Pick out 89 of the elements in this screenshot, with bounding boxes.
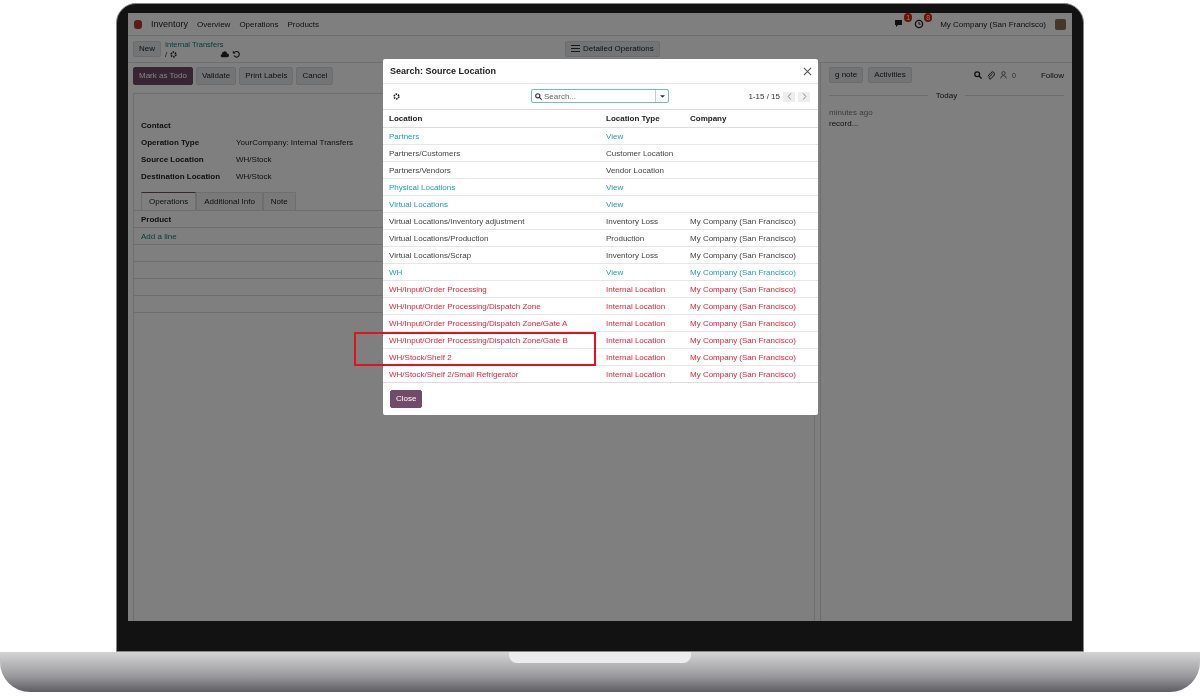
location-cell[interactable]: Partners/Customers <box>389 148 461 158</box>
follow-button[interactable]: Follow <box>1040 70 1064 80</box>
date-separator: Today <box>935 91 958 101</box>
company-cell[interactable]: My Company (San Francisco) <box>690 267 796 277</box>
avatar-placeholder[interactable] <box>1055 18 1066 30</box>
clock-icon[interactable] <box>914 19 926 29</box>
location-type-cell[interactable]: View <box>606 267 624 277</box>
close-button[interactable]: Close <box>390 390 423 409</box>
location-cell[interactable]: Virtual Locations/Scrap <box>389 250 472 260</box>
column-header[interactable]: Location <box>383 109 600 128</box>
company-cell[interactable]: My Company (San Francisco) <box>690 233 796 243</box>
app-name[interactable]: Inventory <box>151 19 189 29</box>
location-type-cell[interactable]: View <box>606 131 624 141</box>
location-type-cell[interactable]: Customer Location <box>606 148 674 158</box>
menu-item[interactable]: Products <box>287 19 320 29</box>
location-cell[interactable]: Physical Locations <box>389 182 456 192</box>
action-button[interactable]: Validate <box>195 67 237 86</box>
field-value[interactable]: WH/Stock <box>236 155 272 165</box>
breadcrumb-separator: / <box>165 49 168 59</box>
field-label: Contact <box>141 121 172 131</box>
app-logo-icon <box>134 19 142 29</box>
settings-icon[interactable] <box>393 93 400 100</box>
field-label: Source Location <box>141 155 205 165</box>
location-cell[interactable]: Partners <box>389 131 420 141</box>
company-cell[interactable]: My Company (San Francisco) <box>690 318 796 328</box>
location-type-cell[interactable]: Production <box>606 233 645 243</box>
person-icon[interactable] <box>999 71 1007 80</box>
form-tab[interactable]: Additional Info <box>196 192 263 211</box>
column-header: Product <box>141 214 172 224</box>
message-text: record... <box>829 119 860 129</box>
activities-button[interactable]: Activities <box>868 67 912 84</box>
undo-icon[interactable] <box>232 50 241 58</box>
company-cell[interactable]: My Company (San Francisco) <box>690 369 796 379</box>
menu-item[interactable]: Operations <box>239 19 279 29</box>
company-cell[interactable]: My Company (San Francisco) <box>690 216 796 226</box>
location-cell[interactable]: WH/Stock/Shelf 2 <box>389 352 452 362</box>
add-line-link[interactable]: Add a line <box>141 231 177 241</box>
form-tab[interactable]: Operations <box>141 192 197 211</box>
location-cell[interactable]: WH/Input/Order Processing/Dispatch Zone/Gate B <box>389 335 568 345</box>
location-cell[interactable]: WH/Input/Order Processing/Dispatch Zone/Gate A <box>389 318 568 328</box>
action-button[interactable]: Cancel <box>296 67 334 86</box>
search-icon[interactable] <box>973 71 982 80</box>
list-icon <box>571 45 580 53</box>
location-type-cell[interactable]: Internal Location <box>606 335 666 345</box>
field-label: Operation Type <box>141 138 201 148</box>
form-tab[interactable]: Note <box>262 192 296 211</box>
company-cell[interactable]: My Company (San Francisco) <box>690 335 796 345</box>
column-header[interactable]: Company <box>684 109 818 128</box>
location-type-cell[interactable]: Internal Location <box>606 369 666 379</box>
action-button[interactable]: Print Labels <box>239 67 294 86</box>
close-icon[interactable] <box>803 66 812 76</box>
detailed-operations-button[interactable]: Detailed Operations <box>565 40 660 58</box>
location-type-cell[interactable]: Inventory Loss <box>606 216 659 226</box>
location-cell[interactable]: Partners/Vendors <box>389 165 451 175</box>
location-cell[interactable]: WH/Input/Order Processing/Dispatch Zone <box>389 301 541 311</box>
location-type-cell[interactable]: Internal Location <box>606 352 666 362</box>
location-cell[interactable]: Virtual Locations/Production <box>389 233 489 243</box>
location-cell[interactable]: WH/Stock/Shelf 2/Small Refrigerator <box>389 369 519 379</box>
location-cell[interactable]: Virtual Locations <box>389 199 448 209</box>
location-type-cell[interactable]: Internal Location <box>606 284 666 294</box>
field-label: Destination Location <box>141 172 222 182</box>
field-value[interactable]: WH/Stock <box>236 172 272 182</box>
company-name[interactable]: My Company (San Francisco) <box>940 19 1046 29</box>
search-field[interactable]: Search... <box>531 89 669 103</box>
company-cell[interactable]: My Company (San Francisco) <box>690 301 796 311</box>
column-header[interactable]: Location Type <box>600 109 684 128</box>
search-icon <box>535 93 542 100</box>
company-cell[interactable]: My Company (San Francisco) <box>690 284 796 294</box>
company-cell[interactable]: My Company (San Francisco) <box>690 250 796 260</box>
location-type-cell[interactable]: Internal Location <box>606 301 666 311</box>
paperclip-icon[interactable] <box>986 70 995 80</box>
location-type-cell[interactable]: Vendor Location <box>606 165 664 175</box>
action-button[interactable]: Mark as Todo <box>133 67 193 86</box>
log-note-button[interactable]: g note <box>829 67 864 84</box>
cloud-upload-icon[interactable] <box>220 50 230 58</box>
pager-count: 1-15 / 15 <box>748 92 780 101</box>
location-type-cell[interactable]: Internal Location <box>606 318 666 328</box>
menu-item[interactable]: Overview <box>197 19 231 29</box>
field-value[interactable]: YourCompany: Internal Transfers <box>236 138 354 148</box>
location-type-cell[interactable]: Inventory Loss <box>606 250 659 260</box>
location-cell[interactable]: Virtual Locations/Inventory adjustment <box>389 216 525 226</box>
new-button[interactable]: New <box>133 40 161 58</box>
dialog-title: Search: Source Location <box>390 66 497 76</box>
dropdown-caret-icon[interactable] <box>659 94 665 98</box>
location-type-cell[interactable]: View <box>606 182 624 192</box>
location-cell[interactable]: WH <box>389 267 403 277</box>
location-cell[interactable]: WH/Input/Order Processing <box>389 284 487 294</box>
company-cell[interactable]: My Company (San Francisco) <box>690 352 796 362</box>
location-type-cell[interactable]: View <box>606 199 624 209</box>
